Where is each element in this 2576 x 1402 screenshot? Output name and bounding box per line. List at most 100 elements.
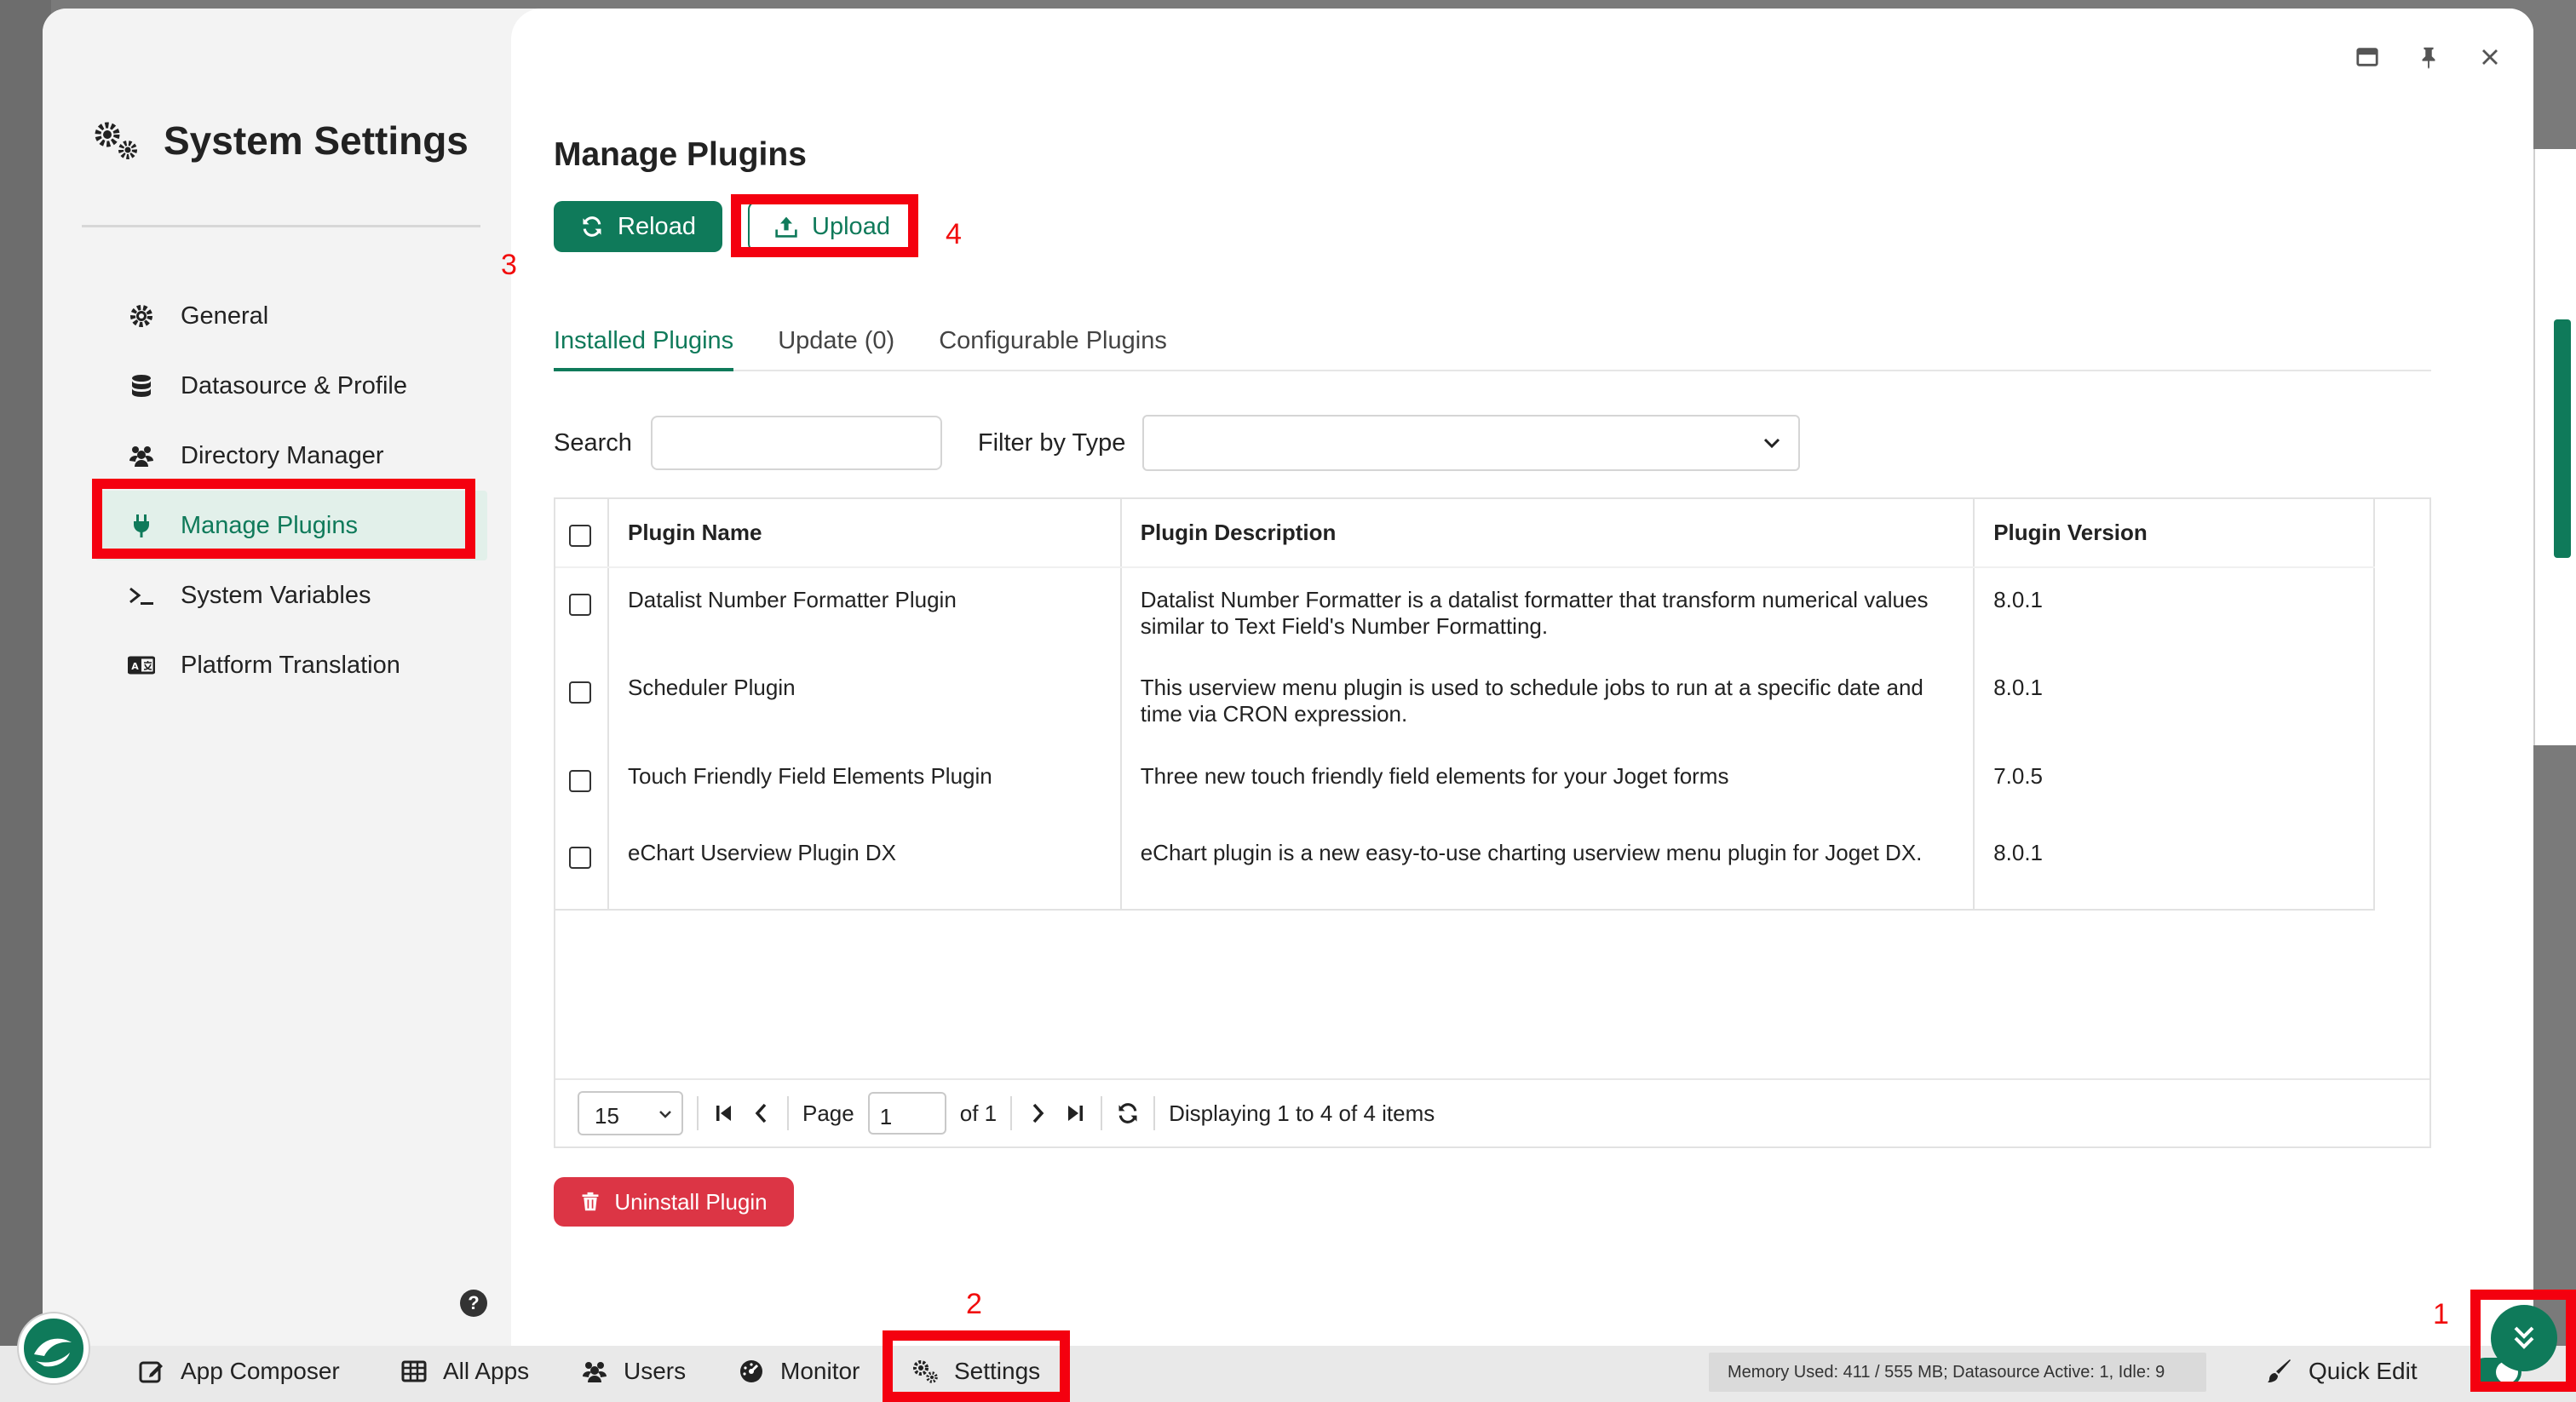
taskbar-label: Monitor [780,1358,860,1384]
chevron-down-icon [1764,438,1780,449]
quick-edit-label: Quick Edit [2309,1358,2418,1384]
plugin-version: 8.0.1 [1974,821,2375,911]
gear-icon [130,305,152,327]
pager-divider [1010,1096,1013,1130]
pager-divider [697,1096,699,1130]
tab-update[interactable]: Update (0) [778,312,894,371]
page-label: Page [802,1100,854,1126]
annotation-3: 3 [501,249,517,281]
row-checkbox-cell [555,656,609,744]
row-checkbox-cell [555,744,609,821]
joget-logo-icon[interactable] [19,1313,89,1383]
plugin-description: Three new touch friendly field elements … [1120,744,1975,821]
table-row[interactable]: Datalist Number Formatter Plugin Datalis… [555,567,2375,656]
grid-icon [401,1360,427,1382]
sidebar-item-label: General [181,302,269,330]
last-page-icon[interactable] [1063,1101,1087,1125]
pager-divider [1153,1096,1156,1130]
sidebar-item-label: Datasource & Profile [181,371,407,399]
help-icon[interactable]: ? [460,1290,487,1317]
taskbar-monitor[interactable]: Monitor [738,1358,860,1385]
highlight-collapse-button [2470,1290,2576,1392]
gears-icon [95,122,137,159]
tab-bar: Installed Plugins Update (0) Configurabl… [554,312,2431,371]
select-all-checkbox[interactable] [569,525,591,547]
taskbar-label: Users [624,1358,687,1384]
display-info: Displaying 1 to 4 of 4 items [1169,1100,1435,1126]
tab-installed-plugins[interactable]: Installed Plugins [554,312,734,371]
sidebar-item-platform-translation[interactable]: A Platform Translation [95,630,487,700]
chevron-down-icon [659,1111,671,1118]
reload-button[interactable]: Reload [554,201,722,252]
highlight-manage-plugins [92,479,475,559]
table-row[interactable]: Scheduler Plugin This userview menu plug… [555,656,2375,744]
database-icon [132,375,151,397]
row-checkbox[interactable] [569,847,591,869]
tab-configurable-plugins[interactable]: Configurable Plugins [939,312,1167,371]
pin-icon[interactable] [2416,44,2441,70]
plugin-name: eChart Userview Plugin DX [607,821,1122,911]
trash-icon [582,1192,599,1211]
table-header-row: Plugin Name Plugin Description Plugin Ve… [555,499,2375,568]
filter-type-select[interactable] [1142,415,1801,471]
reload-label: Reload [618,212,696,240]
sidebar-item-label: System Variables [181,581,371,609]
sidebar-title: System Settings [90,118,469,164]
backdrop-right [2533,149,2576,745]
annotation-2: 2 [966,1288,982,1320]
select-all-cell [555,499,609,568]
memory-status: Memory Used: 411 / 555 MB; Datasource Ac… [1709,1353,2206,1392]
filter-type-label: Filter by Type [977,428,1126,457]
row-checkbox-cell [555,567,609,656]
quick-edit[interactable]: Quick Edit [2266,1358,2418,1385]
gauge-icon [740,1360,762,1382]
annotation-1: 1 [2433,1298,2449,1330]
table-row[interactable]: eChart Userview Plugin DX eChart plugin … [555,821,2375,911]
highlight-settings [883,1330,1070,1402]
page-size-select[interactable]: 15 [578,1091,683,1135]
uninstall-plugin-button[interactable]: Uninstall Plugin [554,1177,794,1227]
first-page-icon[interactable] [712,1101,736,1125]
pagination-bar: 15 Page 1 of 1 Displaying 1 to 4 of 4 it… [555,1078,2429,1146]
row-checkbox-cell [555,821,609,911]
plugins-grid: Plugin Name Plugin Description Plugin Ve… [554,497,2431,1148]
taskbar-app-composer[interactable]: App Composer [138,1358,340,1385]
plugin-name: Scheduler Plugin [607,656,1122,744]
search-input[interactable] [650,416,942,470]
plugins-table: Plugin Name Plugin Description Plugin Ve… [555,499,2375,911]
close-icon[interactable] [2477,44,2503,70]
page-title: Manage Plugins [554,136,807,173]
taskbar-users[interactable]: Users [581,1358,686,1385]
row-checkbox[interactable] [569,770,591,792]
next-page-icon[interactable] [1026,1101,1049,1125]
taskbar-label: All Apps [443,1358,530,1384]
column-header-plugin-name[interactable]: Plugin Name [607,499,1122,568]
table-row[interactable]: Touch Friendly Field Elements Plugin Thr… [555,744,2375,821]
users-icon [583,1362,607,1382]
sidebar-item-datasource[interactable]: Datasource & Profile [95,351,487,421]
brush-icon [2268,1359,2291,1382]
highlight-upload [731,194,918,257]
terminal-icon [129,587,153,605]
sidebar-divider [82,225,480,227]
page-number-input[interactable]: 1 [867,1092,946,1135]
previous-page-icon[interactable] [750,1101,773,1125]
column-header-plugin-description[interactable]: Plugin Description [1120,499,1975,568]
taskbar-all-apps[interactable]: All Apps [400,1358,529,1385]
row-checkbox[interactable] [569,594,591,616]
refresh-icon [583,216,601,237]
sidebar-item-system-variables[interactable]: System Variables [95,560,487,630]
plugin-version: 7.0.5 [1974,744,2375,821]
column-header-plugin-version[interactable]: Plugin Version [1974,499,2375,568]
plugin-description: eChart plugin is a new easy-to-use chart… [1120,821,1975,911]
maximize-icon[interactable] [2355,44,2380,70]
plugin-version: 8.0.1 [1974,656,2375,744]
plugin-description: This userview menu plugin is used to sch… [1120,656,1975,744]
row-checkbox[interactable] [569,681,591,704]
sidebar-item-general[interactable]: General [95,281,487,351]
sidebar-title-text: System Settings [164,118,469,163]
plugin-name: Touch Friendly Field Elements Plugin [607,744,1122,821]
taskbar-label: App Composer [181,1358,340,1384]
annotation-4: 4 [946,218,962,250]
refresh-icon[interactable] [1116,1101,1140,1125]
